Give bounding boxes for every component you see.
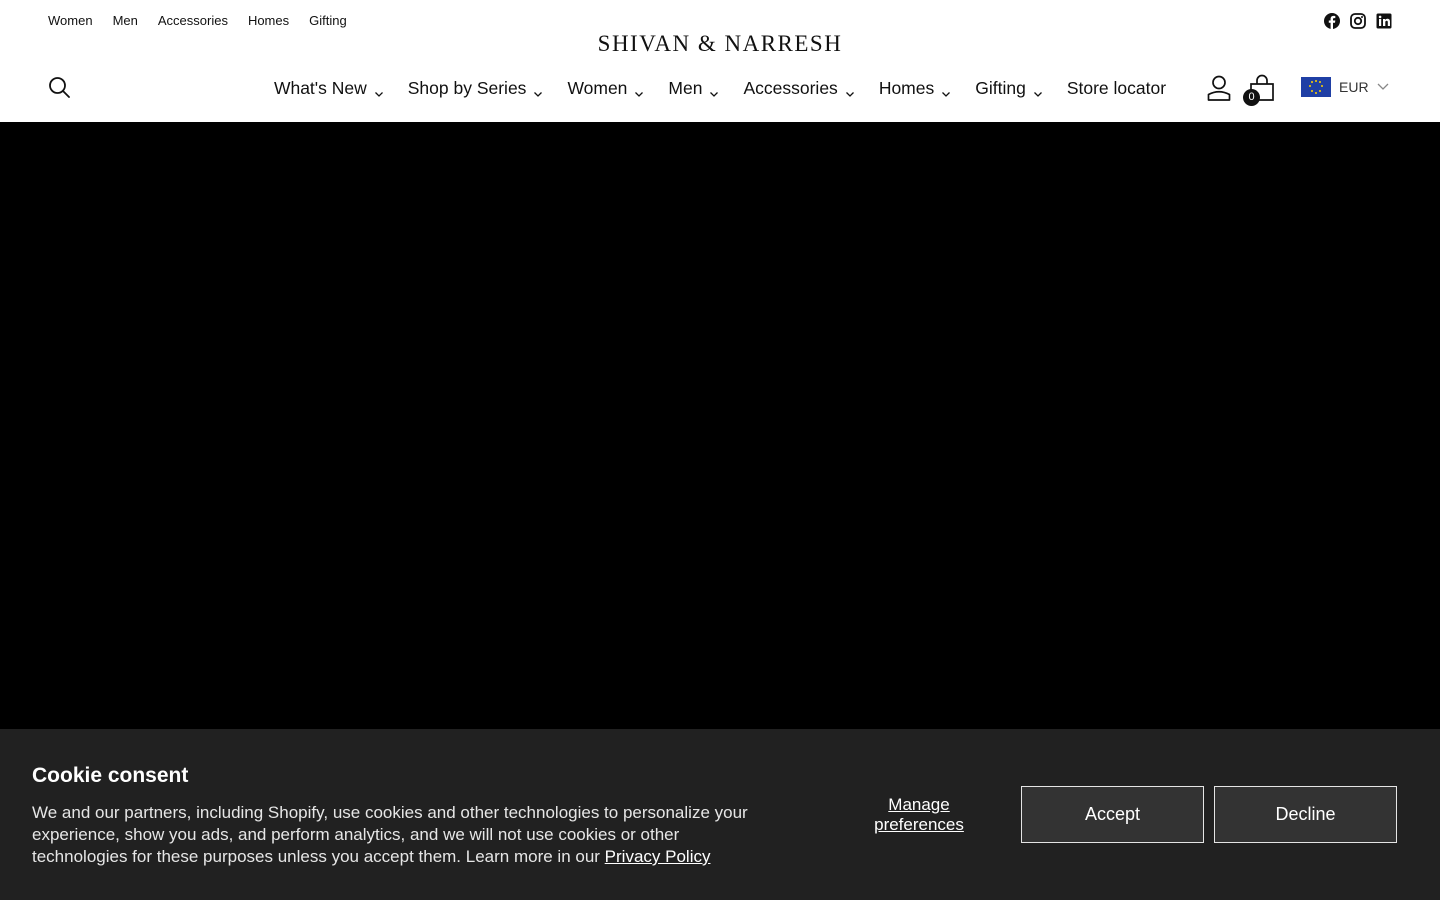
nav-item-store-locator[interactable]: Store locator — [1067, 76, 1166, 100]
chevron-down-icon — [1033, 83, 1043, 97]
cart-count-badge: 0 — [1243, 89, 1260, 106]
chevron-down-icon — [1377, 78, 1389, 96]
nav-item-label: What's New — [273, 77, 367, 98]
top-utility-nav: Women Men Accessories Homes Gifting — [48, 13, 347, 28]
social-links — [1324, 13, 1392, 29]
nav-item-label: Women — [567, 77, 628, 98]
nav-item-accessories[interactable]: Accessories — [743, 76, 854, 100]
nav-item-label: Men — [668, 77, 703, 98]
site-header: Women Men Accessories Homes Gifting SHIV… — [0, 0, 1440, 122]
manage-preferences-link[interactable]: Manage preferences — [860, 795, 978, 835]
topnav-link-women[interactable]: Women — [48, 13, 93, 28]
cookie-consent-banner: Cookie consent We and our partners, incl… — [0, 729, 1440, 900]
nav-item-homes[interactable]: Homes — [879, 76, 951, 100]
nav-item-whats-new[interactable]: What's New — [274, 76, 384, 100]
nav-item-label: Gifting — [975, 77, 1026, 98]
facebook-icon[interactable] — [1324, 13, 1340, 29]
brand-logo[interactable]: SHIVAN & NARRESH — [0, 31, 1440, 57]
accept-button[interactable]: Accept — [1021, 786, 1204, 843]
account-icon[interactable] — [1207, 75, 1231, 101]
nav-item-label: Accessories — [743, 77, 838, 98]
topnav-link-homes[interactable]: Homes — [248, 13, 289, 28]
cookie-description: We and our partners, including Shopify, … — [32, 802, 762, 868]
nav-item-label: Homes — [878, 77, 935, 98]
nav-item-shop-by-series[interactable]: Shop by Series — [408, 76, 544, 100]
currency-label: EUR — [1339, 79, 1369, 95]
topnav-link-men[interactable]: Men — [113, 13, 138, 28]
chevron-down-icon — [941, 83, 951, 97]
nav-item-women[interactable]: Women — [567, 76, 644, 100]
cookie-title: Cookie consent — [32, 764, 189, 787]
privacy-policy-link[interactable]: Privacy Policy — [605, 847, 711, 866]
nav-item-men[interactable]: Men — [668, 76, 719, 100]
topnav-link-accessories[interactable]: Accessories — [158, 13, 228, 28]
nav-item-label: Store locator — [1066, 77, 1167, 98]
chevron-down-icon — [709, 83, 719, 97]
topnav-link-gifting[interactable]: Gifting — [309, 13, 347, 28]
linkedin-icon[interactable] — [1376, 13, 1392, 29]
chevron-down-icon — [374, 83, 384, 97]
decline-button[interactable]: Decline — [1214, 786, 1397, 843]
nav-item-label: Shop by Series — [407, 77, 527, 98]
hero-media — [0, 122, 1440, 729]
chevron-down-icon — [845, 83, 855, 97]
instagram-icon[interactable] — [1350, 13, 1366, 29]
chevron-down-icon — [634, 83, 644, 97]
chevron-down-icon — [533, 83, 543, 97]
eu-flag-icon — [1301, 77, 1331, 97]
currency-selector[interactable]: EUR — [1301, 77, 1389, 97]
nav-item-gifting[interactable]: Gifting — [975, 76, 1043, 100]
